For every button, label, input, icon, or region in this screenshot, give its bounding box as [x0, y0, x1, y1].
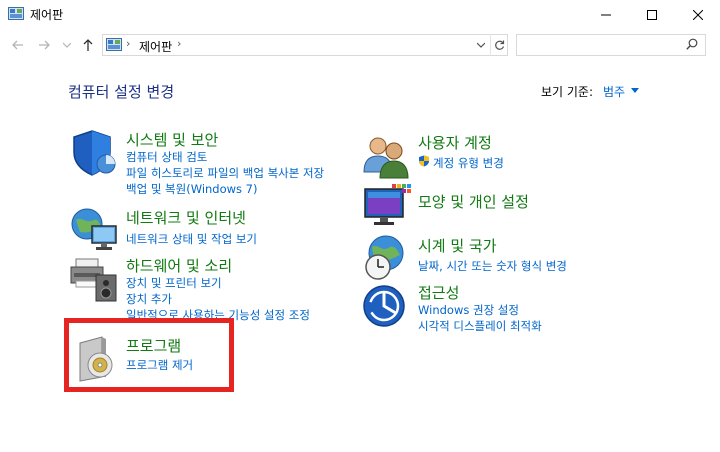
category-system-security-title[interactable]: 시스템 및 보안	[126, 129, 218, 150]
link-optimize-visual-display[interactable]: 시각적 디스플레이 최적화	[418, 318, 542, 334]
control-panel-icon	[106, 38, 122, 51]
category-ease-of-access-title[interactable]: 접근성	[418, 282, 459, 303]
minimize-icon	[601, 14, 611, 16]
category-network-title[interactable]: 네트워크 및 인터넷	[126, 207, 246, 228]
clock-region-icon[interactable]	[362, 233, 412, 283]
link-add-device[interactable]: 장치 추가	[126, 291, 172, 307]
recent-locations-button[interactable]	[61, 36, 73, 54]
address-dropdown-button[interactable]	[473, 34, 489, 56]
back-arrow-icon	[12, 40, 23, 50]
category-appearance-title[interactable]: 모양 및 개인 설정	[418, 191, 529, 212]
link-backup-restore[interactable]: 백업 및 복원(Windows 7)	[126, 181, 258, 197]
users-icon[interactable]	[362, 134, 412, 184]
control-panel-icon	[8, 7, 24, 20]
up-button[interactable]	[80, 36, 96, 54]
breadcrumb-item[interactable]: 제어판	[139, 38, 172, 55]
shield-icon[interactable]	[70, 128, 120, 178]
maximize-button[interactable]	[629, 0, 675, 30]
window-title: 제어판	[30, 8, 64, 22]
category-hardware-sound-title[interactable]: 하드웨어 및 소리	[126, 255, 232, 276]
link-review-computer-status[interactable]: 컴퓨터 상태 검토	[126, 149, 207, 165]
close-icon	[693, 10, 703, 20]
forward-button[interactable]	[36, 36, 52, 54]
forward-arrow-icon	[39, 40, 50, 50]
view-by-label: 보기 기준:	[541, 85, 594, 99]
category-user-accounts-title[interactable]: 사용자 계정	[418, 132, 492, 153]
link-change-date-time-format[interactable]: 날짜, 시간 또는 숫자 형식 변경	[418, 258, 567, 274]
up-arrow-icon	[83, 39, 93, 51]
chevron-down-icon	[477, 42, 485, 48]
breadcrumb-separator[interactable]: ›	[177, 37, 181, 50]
ease-of-access-icon[interactable]	[362, 284, 412, 334]
close-button[interactable]	[675, 0, 720, 30]
search-icon[interactable]	[686, 38, 698, 50]
category-clock-region-title[interactable]: 시계 및 국가	[418, 235, 497, 256]
link-change-account-type[interactable]: 계정 유형 변경	[433, 155, 504, 171]
uac-shield-icon	[419, 155, 429, 167]
refresh-icon	[495, 40, 505, 50]
link-devices-printers[interactable]: 장치 및 프린터 보기	[126, 275, 222, 291]
highlight-box	[64, 318, 234, 392]
link-file-history-backup[interactable]: 파일 히스토리로 파일의 백업 복사본 저장	[126, 165, 324, 181]
printer-speaker-icon[interactable]	[70, 253, 120, 303]
dropdown-arrow-icon[interactable]	[631, 88, 639, 93]
minimize-button[interactable]	[583, 0, 629, 30]
link-windows-recommended-settings[interactable]: Windows 권장 설정	[418, 302, 519, 318]
back-button[interactable]	[10, 36, 26, 54]
appearance-icon[interactable]	[362, 183, 412, 233]
refresh-button[interactable]	[490, 34, 508, 56]
network-globe-icon[interactable]	[70, 204, 120, 254]
search-input[interactable]	[516, 34, 706, 56]
link-network-status[interactable]: 네트워크 상태 및 작업 보기	[126, 231, 257, 247]
chevron-down-icon	[63, 42, 71, 48]
maximize-icon	[647, 10, 657, 20]
view-by-dropdown[interactable]: 범주	[603, 83, 625, 100]
breadcrumb-separator[interactable]: ›	[126, 37, 130, 50]
page-title: 컴퓨터 설정 변경	[68, 83, 175, 101]
